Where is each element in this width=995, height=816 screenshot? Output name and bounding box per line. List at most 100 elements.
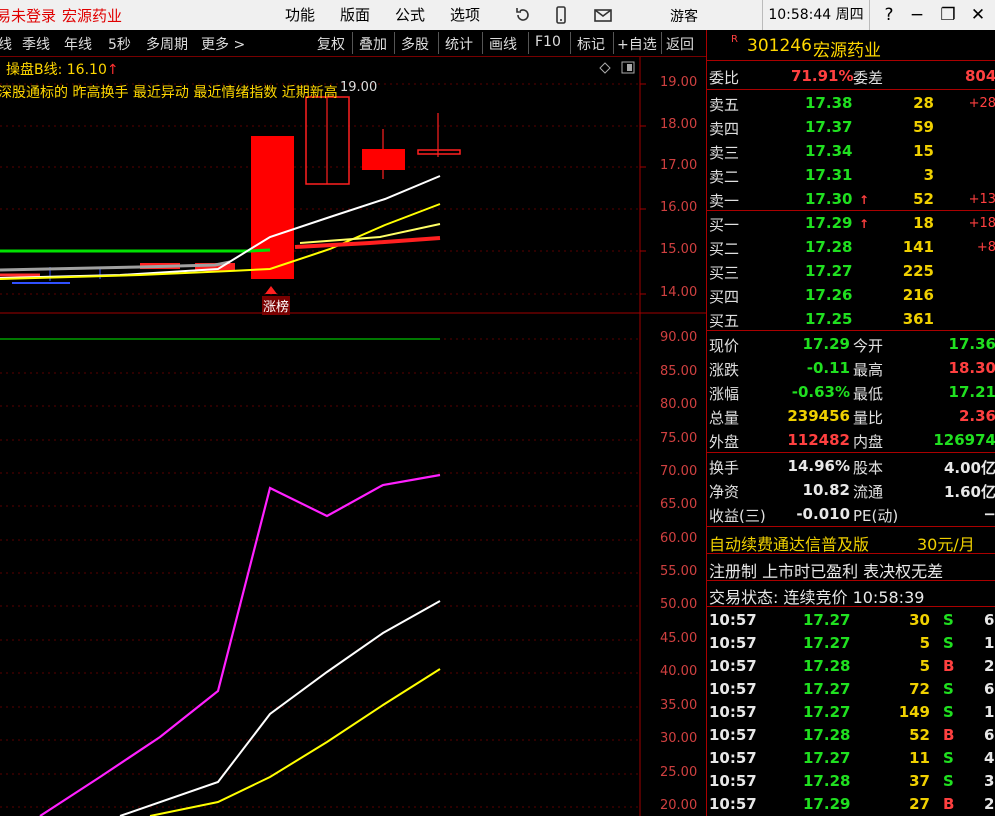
up-arrow-icon: ↑ — [859, 217, 870, 231]
promo-price[interactable]: 30元/月 — [917, 531, 975, 555]
sub-axis-label: 75.00 — [660, 431, 698, 446]
bid-row[interactable]: 买四 17.26 216 — [707, 283, 995, 307]
refresh-icon[interactable] — [512, 4, 534, 26]
stat-row: 外盘 112482 内盘 126974 — [709, 431, 995, 451]
weibi-row: 委比 71.91% 委差 804 — [709, 67, 995, 87]
weicha-value: 804 — [965, 67, 995, 85]
multi-period-button[interactable]: 多周期 — [146, 34, 188, 54]
stock-code: 301246 — [747, 36, 812, 56]
stat-row: 总量 239456 量比 2.36 — [709, 407, 995, 427]
tick-row[interactable]: 10:57 17.28 5 B 2 — [707, 654, 995, 678]
promo-row[interactable]: 自动续费通达信普及版 30元/月 — [707, 528, 995, 555]
f10-button[interactable]: F10 — [535, 34, 561, 50]
menu-options[interactable]: 选项 — [450, 4, 480, 25]
ask-row[interactable]: 卖一 17.30 ↑ 52 +13 — [707, 187, 995, 211]
limit-up-label: 涨榜 — [262, 296, 291, 315]
stat-row: 涨幅 -0.63% 最低 17.21 — [709, 383, 995, 403]
period-year-button[interactable]: 年线 — [64, 34, 92, 54]
login-status[interactable]: 易未登录 — [0, 5, 56, 26]
sub-axis-label: 65.00 — [660, 497, 698, 512]
sub-axis-label: 85.00 — [660, 364, 698, 379]
reg-info-row: 注册制 上市时已盈利 表决权无差 — [709, 562, 944, 581]
limit-up-candle — [251, 136, 294, 279]
ask-row[interactable]: 卖三 17.34 15 — [707, 139, 995, 163]
overlay-button[interactable]: 叠加 — [359, 34, 387, 54]
current-candle — [417, 149, 461, 155]
menu-formula[interactable]: 公式 — [395, 4, 425, 25]
price-axis-label: 15.00 — [660, 242, 698, 257]
ask-row[interactable]: 卖五 17.38 28 +28 — [707, 91, 995, 115]
sub-axis-label: 90.00 — [660, 330, 698, 345]
price-axis-label: 18.00 — [660, 117, 698, 132]
sub-axis-label: 70.00 — [660, 464, 698, 479]
indicator-white-line — [119, 600, 441, 816]
candle — [362, 149, 405, 170]
price-axis-label: 17.00 — [660, 158, 698, 173]
sub-axis-label: 60.00 — [660, 531, 698, 546]
adjust-button[interactable]: 复权 — [317, 34, 345, 54]
tick-row[interactable]: 10:57 17.27 149 S 10 — [707, 700, 995, 724]
more-button[interactable]: 更多 > — [201, 34, 245, 54]
sub-axis-label: 30.00 — [660, 731, 698, 746]
bid-row[interactable]: 买三 17.27 225 — [707, 259, 995, 283]
ask-row[interactable]: 卖二 17.31 3 — [707, 163, 995, 187]
back-button[interactable]: 返回 — [666, 34, 694, 54]
add-watchlist-button[interactable]: +自选 — [617, 34, 657, 54]
stock-header: R 301246 宏源药业 — [707, 34, 995, 61]
period-month-button[interactable]: 线 — [0, 34, 12, 54]
up-arrow-icon: ↑ — [859, 193, 870, 207]
promo-text[interactable]: 自动续费通达信普及版 — [709, 531, 869, 555]
sub-axis-label: 40.00 — [660, 664, 698, 679]
sub-axis-label: 55.00 — [660, 564, 698, 579]
close-button[interactable]: ✕ — [965, 2, 991, 28]
sub-grid — [0, 338, 640, 808]
limit-up-arrow-icon — [265, 286, 277, 294]
minimize-button[interactable]: − — [904, 2, 930, 28]
menu-layout[interactable]: 版面 — [340, 4, 370, 25]
bid-row[interactable]: 买五 17.25 361 — [707, 307, 995, 331]
stock-annotation: 深股通标的 昨高换手 最近异动 最近情绪指数 近期新高 — [0, 85, 338, 101]
period-5s-button[interactable]: 5秒 — [108, 34, 131, 54]
price-axis-label: 16.00 — [660, 200, 698, 215]
title-stock-name: 宏源药业 — [62, 7, 123, 25]
info-row: 净资 10.82 流通 1.60亿 — [709, 481, 995, 501]
chart-toolbar: 线 季线 年线 5秒 多周期 更多 > 复权 叠加 多股 统计 画线 F10 标… — [0, 30, 706, 57]
phone-icon[interactable] — [550, 4, 572, 26]
tick-row[interactable]: 10:57 17.27 5 S 1 — [707, 631, 995, 655]
sub-axis-label: 45.00 — [660, 631, 698, 646]
sub-axis-label: 50.00 — [660, 597, 698, 612]
trade-status-row: 交易状态: 连续竞价 10:58:39 — [709, 588, 925, 607]
mail-icon[interactable] — [592, 4, 614, 26]
statistics-button[interactable]: 统计 — [445, 34, 473, 54]
tick-row[interactable]: 10:57 17.28 52 B 6 — [707, 723, 995, 747]
period-quarter-button[interactable]: 季线 — [22, 34, 50, 54]
tick-row[interactable]: 10:57 17.27 72 S 6 — [707, 677, 995, 701]
sub-axis-label: 35.00 — [660, 698, 698, 713]
high-price-label: 19.00 — [340, 80, 378, 95]
rzrq-badge: R — [731, 34, 738, 45]
kline-chart-area[interactable]: 操盘B线: 16.10↑ 深股通标的 昨高换手 最近异动 最近情绪指数 近期新高… — [0, 57, 706, 816]
menu-function[interactable]: 功能 — [285, 4, 315, 25]
tick-row[interactable]: 10:57 17.27 30 S 6 — [707, 608, 995, 632]
tick-row[interactable]: 10:57 17.29 27 B 2 — [707, 792, 995, 816]
tick-row[interactable]: 10:57 17.28 37 S 3 — [707, 769, 995, 793]
sub-axis-label: 80.00 — [660, 397, 698, 412]
diamond-icon[interactable] — [599, 62, 611, 74]
chart-canvas[interactable] — [0, 57, 706, 816]
guest-label[interactable]: 游客 — [670, 6, 698, 26]
maximize-button[interactable]: ❐ — [935, 2, 961, 28]
draw-line-button[interactable]: 画线 — [489, 34, 517, 54]
ma-green-line — [0, 248, 271, 253]
mark-button[interactable]: 标记 — [577, 34, 605, 54]
bid-row[interactable]: 买一 17.29 ↑ 18 +18 — [707, 211, 995, 235]
tick-row[interactable]: 10:57 17.27 11 S 4 — [707, 746, 995, 770]
indicator-title: 操盘B线: 16.10↑ — [6, 62, 119, 78]
help-button[interactable]: ? — [876, 2, 902, 28]
clock-display: 10:58:44 周四 — [762, 0, 870, 30]
multi-stock-button[interactable]: 多股 — [401, 34, 429, 54]
price-axis-label: 19.00 — [660, 75, 698, 90]
stock-name: 宏源药业 — [813, 41, 881, 61]
info-row: 收益(三) -0.010 PE(动) − — [709, 505, 995, 525]
ask-row[interactable]: 卖四 17.37 59 — [707, 115, 995, 139]
bid-row[interactable]: 买二 17.28 141 +8 — [707, 235, 995, 259]
